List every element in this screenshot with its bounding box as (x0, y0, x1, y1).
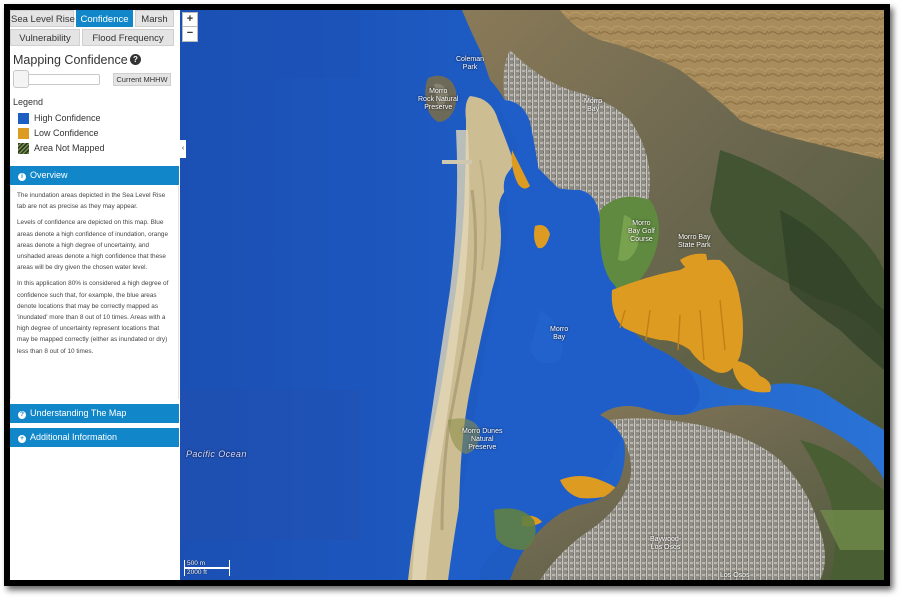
tab-confidence[interactable]: Confidence (76, 10, 133, 27)
legend-title: Legend (13, 97, 44, 107)
slider-handle[interactable] (13, 70, 29, 88)
tab-vulnerability[interactable]: Vulnerability (10, 29, 80, 46)
additional-label: Additional Information (30, 432, 118, 442)
scale-label-metric: 500 m (187, 560, 206, 567)
legend-swatch-blue (18, 113, 29, 124)
ocean-label: Pacific Ocean (186, 449, 247, 459)
place-label-los-osos: Los Osos (720, 572, 750, 579)
understanding-label: Understanding The Map (30, 408, 127, 418)
scale-label-imperial: 2000 ft (187, 569, 207, 576)
sidebar: Sea Level Rise Confidence Marsh Vulnerab… (10, 10, 180, 580)
current-mhhw-button[interactable]: Current MHHW (113, 73, 171, 86)
place-label-coleman-park: Coleman Park (456, 56, 485, 71)
place-label-morro-bay: Morro Bay (584, 98, 603, 113)
screenshot-frame: Sea Level Rise Confidence Marsh Vulnerab… (4, 4, 890, 586)
question-circle-icon[interactable]: ? (130, 54, 141, 65)
legend-label: High Confidence (34, 113, 101, 123)
question-circle-icon: ? (18, 411, 26, 419)
additional-information-header[interactable]: + Additional Information (10, 428, 179, 447)
zoom-in-button[interactable]: + (182, 12, 198, 27)
place-label-bay: Morro Bay (550, 326, 569, 341)
zoom-out-button[interactable]: − (182, 27, 198, 42)
tab-marsh[interactable]: Marsh (135, 10, 174, 27)
legend-swatch-hatched (18, 143, 29, 154)
place-label-baywood: Baywood- Los Osos (650, 536, 682, 551)
place-label-dunes: Morro Dunes Natural Preserve (462, 428, 503, 451)
info-circle-icon: i (18, 173, 26, 181)
map-view[interactable]: Morro Bay Morro Rock Natural Preserve Colem… (180, 10, 884, 580)
overview-content: The inundation areas depicted in the Sea… (10, 186, 179, 399)
tab-flood-frequency[interactable]: Flood Frequency (82, 29, 174, 46)
zoom-control: + − (182, 12, 198, 42)
scale-bar: 500 m 2000 ft (184, 558, 230, 578)
panel-title: Mapping Confidence (13, 53, 128, 67)
place-label-morro-rock: Morro Rock Natural Preserve (418, 88, 459, 111)
legend-label: Low Confidence (34, 128, 99, 138)
overview-header[interactable]: i Overview (10, 166, 179, 185)
overview-label: Overview (30, 170, 68, 180)
place-label-golf-course: Morro Bay Golf Course (628, 220, 655, 243)
plus-circle-icon: + (18, 435, 26, 443)
overview-paragraph: The inundation areas depicted in the Sea… (17, 192, 166, 211)
legend-swatch-orange (18, 128, 29, 139)
satellite-map (180, 10, 884, 580)
chevron-left-icon[interactable]: ‹ (180, 140, 186, 158)
legend-label: Area Not Mapped (34, 143, 105, 153)
overview-paragraph: In this application 80% is considered a … (17, 280, 169, 355)
overview-paragraph: Levels of confidence are depicted on thi… (17, 219, 169, 272)
understanding-the-map-header[interactable]: ? Understanding The Map (10, 404, 179, 423)
tab-sea-level-rise[interactable]: Sea Level Rise (10, 10, 75, 27)
app-window: Sea Level Rise Confidence Marsh Vulnerab… (10, 10, 884, 580)
place-label-state-park: Morro Bay State Park (678, 234, 711, 249)
